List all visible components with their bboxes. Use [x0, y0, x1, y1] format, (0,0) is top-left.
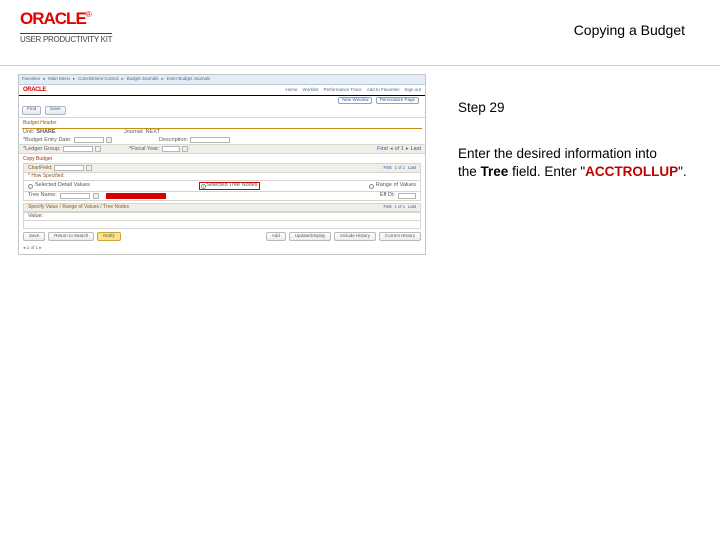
grid-counter: 1 of 1: [395, 205, 405, 209]
instruction-text: Enter the desired information into the T…: [458, 145, 688, 181]
oracle-logo-mini: ORACLE: [23, 87, 46, 93]
app-screenshot: Favorites ▸ Main Menu ▸ Commitment Contr…: [18, 74, 426, 255]
find-button[interactable]: Find: [22, 106, 41, 115]
grid-counter: of 1: [395, 147, 404, 153]
return-button[interactable]: Return to Search: [48, 232, 94, 241]
highlight-tree-radio: Selected Tree Nodes: [199, 182, 259, 190]
input-description[interactable]: [190, 137, 230, 143]
history-button[interactable]: Include History: [334, 232, 376, 241]
nav-worklist[interactable]: Worklist: [303, 88, 319, 93]
grid-counter: 1 of 1: [395, 166, 405, 170]
global-links: Home Worklist Performance Trace Add to F…: [286, 88, 421, 93]
grid2-header: Specify Value / Range of Values / Tree N…: [23, 203, 421, 212]
label-specify: Specify Value / Range of Values / Tree N…: [28, 205, 129, 210]
topic-title: Copying a Budget: [574, 22, 685, 38]
label-journal: Journal:: [124, 130, 144, 136]
add-button[interactable]: Add: [266, 232, 286, 241]
lookup-icon[interactable]: [182, 146, 188, 152]
breadcrumb[interactable]: Favorites: [22, 77, 40, 81]
highlight-tree-input: [106, 193, 166, 199]
input-ledger[interactable]: [63, 146, 93, 152]
radio-range[interactable]: [369, 184, 374, 189]
nav-home[interactable]: Home: [286, 88, 298, 93]
calendar-icon[interactable]: [106, 137, 112, 143]
grid1-header: ChartField: First 1 of 1 Last: [23, 163, 421, 173]
entry-value: ACCTROLLUP: [585, 164, 678, 179]
row-unit-journal: Unit: SHARE Journal: NEXT: [19, 129, 425, 137]
row-value: Value:: [23, 212, 421, 222]
input-entry-date[interactable]: [74, 137, 104, 143]
registered-mark: ®: [86, 10, 92, 19]
label-chartfield: ChartField:: [28, 166, 52, 171]
breadcrumb[interactable]: Commitment Control: [78, 77, 118, 81]
row-date-desc: *Budget Entry Date: Description:: [19, 136, 425, 144]
lookup-icon[interactable]: [86, 165, 92, 171]
grid-first[interactable]: First: [377, 147, 388, 153]
screenshot-column: Favorites ▸ Main Menu ▸ Commitment Contr…: [18, 74, 438, 255]
field-name: Tree: [481, 164, 509, 179]
row-treename: Tree Name: Eff Dt:: [23, 192, 421, 201]
save-button[interactable]: Save: [45, 106, 66, 115]
correct-button[interactable]: Correct History: [379, 232, 421, 241]
step-label: Step 29: [458, 99, 688, 117]
upk-header: ORACLE® USER PRODUCTIVITY KIT Copying a …: [0, 0, 720, 66]
breadcrumb[interactable]: Enter Budget Journals: [167, 77, 210, 81]
sub-toolbar: New Window Personalize Page: [19, 96, 425, 104]
footer-toolbar: Save Return to Search Notify Add Update/…: [19, 229, 425, 244]
input-treename[interactable]: [60, 193, 90, 199]
save-button[interactable]: Save: [23, 232, 45, 241]
value-journal: NEXT: [146, 130, 161, 136]
nav-perf-trace[interactable]: Performance Trace: [323, 88, 361, 93]
section-budget-header: Budget Header: [19, 118, 425, 128]
value-unit: SHARE: [36, 130, 55, 136]
row-empty: [23, 221, 421, 229]
brand-bar: ORACLE Home Worklist Performance Trace A…: [19, 85, 425, 96]
nav-signout[interactable]: Sign out: [404, 88, 421, 93]
grid-first[interactable]: First: [383, 166, 391, 170]
input-effdt[interactable]: [398, 193, 416, 199]
row-radios: Selected Detail Values Selected Tree Nod…: [23, 181, 421, 192]
breadcrumb-bar: Favorites ▸ Main Menu ▸ Commitment Contr…: [19, 75, 425, 85]
label-fy: *Fiscal Year:: [129, 147, 160, 153]
grid-last[interactable]: Last: [411, 147, 421, 153]
brand-subtext: USER PRODUCTIVITY KIT: [20, 33, 112, 44]
instruction-panel: Step 29 Enter the desired information in…: [438, 74, 688, 255]
paging-info: ◂ 1 of 1 ▸: [19, 244, 425, 255]
input-chartfield[interactable]: [54, 165, 84, 171]
label-effdt: Eff Dt:: [380, 193, 395, 199]
notify-button[interactable]: Notify: [97, 232, 121, 241]
nav-fav[interactable]: Add to Favorites: [367, 88, 400, 93]
label-ledger: *Ledger Group:: [23, 147, 61, 153]
label-entry-date: *Budget Entry Date:: [23, 138, 72, 144]
row-ledger: *Ledger Group: *Fiscal Year: First ◂ of …: [19, 144, 425, 154]
input-fy[interactable]: [162, 146, 180, 152]
update-button[interactable]: Update/Display: [289, 232, 332, 241]
lookup-icon[interactable]: [93, 193, 99, 199]
label-treename: Tree Name:: [28, 193, 57, 199]
page-toolbar: Find Save: [19, 104, 425, 118]
oracle-logo: ORACLE® USER PRODUCTIVITY KIT: [20, 10, 112, 47]
grid-last[interactable]: Last: [408, 205, 416, 209]
radio-detail[interactable]: [28, 184, 33, 189]
breadcrumb[interactable]: Main Menu: [48, 77, 70, 81]
radio-tree[interactable]: [201, 184, 206, 189]
lookup-icon[interactable]: [95, 146, 101, 152]
row-howspec: * How Specified:: [23, 173, 421, 181]
tab-copy-budget[interactable]: Copy Budget: [19, 154, 425, 163]
label-value: Value:: [28, 214, 43, 220]
breadcrumb[interactable]: Budget Journals: [127, 77, 159, 81]
label-howspec: * How Specified:: [28, 174, 65, 179]
new-window-link[interactable]: New Window: [338, 97, 372, 104]
brand-text: ORACLE: [20, 9, 86, 28]
grid-last[interactable]: Last: [408, 166, 416, 170]
label-unit: Unit:: [23, 130, 34, 136]
grid-first[interactable]: First: [383, 205, 391, 209]
label-description: Description:: [159, 138, 188, 144]
personalize-link[interactable]: Personalize Page: [376, 97, 419, 104]
